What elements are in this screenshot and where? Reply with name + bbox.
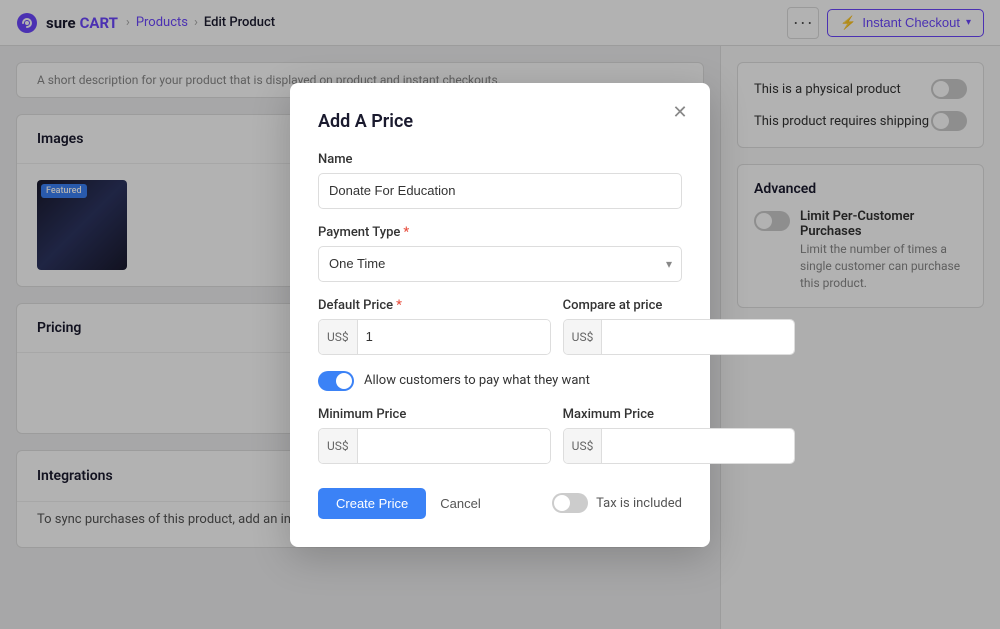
minimum-price-input-wrapper: US$: [318, 428, 551, 464]
payment-type-form-group: Payment Type * One Time Subscription Pay…: [318, 225, 682, 282]
max-price-currency: US$: [564, 429, 603, 463]
tax-toggle-row: Tax is included: [552, 493, 682, 513]
minimum-price-input[interactable]: [358, 429, 550, 463]
modal-footer: Create Price Cancel Tax is included: [318, 488, 682, 519]
allow-customers-label: Allow customers to pay what they want: [364, 373, 590, 388]
default-price-currency: US$: [319, 320, 358, 354]
payment-type-select-wrapper: One Time Subscription Payment Plan ▾: [318, 246, 682, 282]
maximum-price-input-wrapper: US$: [563, 428, 796, 464]
min-max-price-row: Minimum Price US$ Maximum Price US$: [318, 407, 682, 480]
price-row: Default Price * US$ Compare at price US$: [318, 298, 682, 371]
required-star-2: *: [396, 298, 402, 313]
cancel-button[interactable]: Cancel: [436, 488, 484, 519]
compare-at-price-input[interactable]: [602, 320, 794, 354]
maximum-price-input[interactable]: [602, 429, 794, 463]
min-price-currency: US$: [319, 429, 358, 463]
tax-included-label: Tax is included: [596, 496, 682, 511]
allow-customers-toggle-row: Allow customers to pay what they want: [318, 371, 682, 391]
default-price-input-wrapper: US$: [318, 319, 551, 355]
required-star: *: [403, 225, 409, 240]
name-input[interactable]: [318, 173, 682, 209]
name-form-group: Name: [318, 152, 682, 209]
default-price-form-group: Default Price * US$: [318, 298, 551, 355]
compare-at-price-label: Compare at price: [563, 298, 796, 313]
allow-customers-toggle[interactable]: [318, 371, 354, 391]
compare-at-currency: US$: [564, 320, 603, 354]
payment-type-label: Payment Type *: [318, 225, 682, 240]
default-price-input[interactable]: [358, 320, 550, 354]
tax-included-toggle[interactable]: [552, 493, 588, 513]
payment-type-select[interactable]: One Time Subscription Payment Plan: [318, 246, 682, 282]
minimum-price-form-group: Minimum Price US$: [318, 407, 551, 464]
add-price-modal: ✕ Add A Price Name Payment Type * One Ti…: [290, 83, 710, 547]
modal-overlay: ✕ Add A Price Name Payment Type * One Ti…: [0, 0, 1000, 629]
maximum-price-form-group: Maximum Price US$: [563, 407, 796, 464]
default-price-label: Default Price *: [318, 298, 551, 313]
modal-title: Add A Price: [318, 111, 682, 132]
compare-at-price-input-wrapper: US$: [563, 319, 796, 355]
compare-at-price-form-group: Compare at price US$: [563, 298, 796, 355]
minimum-price-label: Minimum Price: [318, 407, 551, 422]
maximum-price-label: Maximum Price: [563, 407, 796, 422]
name-label: Name: [318, 152, 682, 167]
modal-close-button[interactable]: ✕: [666, 99, 694, 127]
create-price-button[interactable]: Create Price: [318, 488, 426, 519]
